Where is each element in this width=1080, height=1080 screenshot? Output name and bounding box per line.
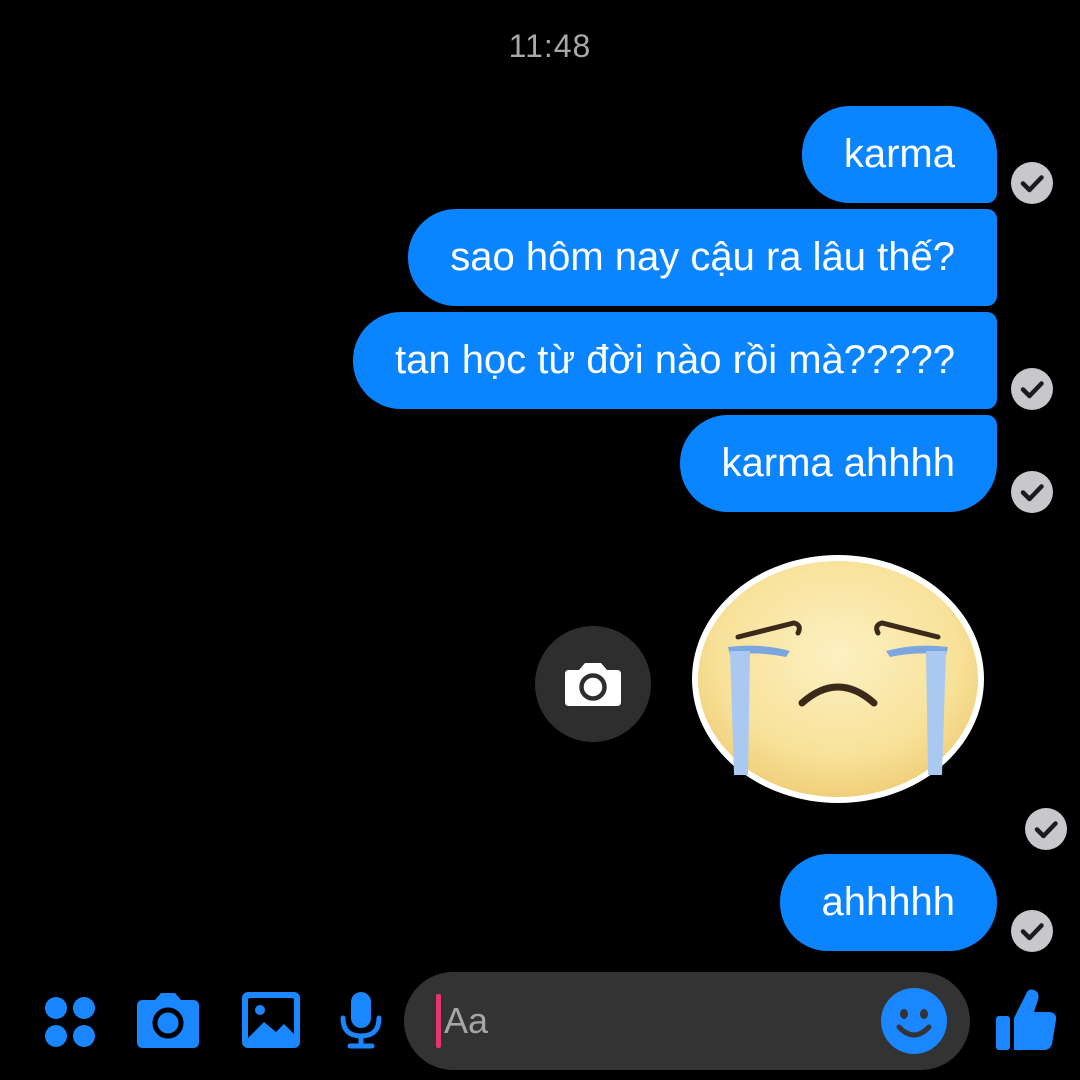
delivered-check-icon bbox=[1011, 162, 1053, 204]
delivered-check-icon bbox=[1011, 368, 1053, 410]
crying-face-sticker[interactable] bbox=[690, 553, 986, 805]
delivered-check-icon bbox=[1025, 808, 1067, 850]
delivered-check-icon bbox=[1011, 471, 1053, 513]
message-bubble[interactable]: sao hôm nay cậu ra lâu thế? bbox=[408, 209, 997, 306]
text-caret bbox=[436, 994, 441, 1048]
apps-icon[interactable] bbox=[40, 992, 100, 1052]
message-input[interactable]: Aa bbox=[404, 972, 970, 1070]
message-bubble[interactable]: karma ahhhh bbox=[679, 415, 997, 512]
camera-icon[interactable] bbox=[135, 990, 201, 1052]
message-timestamp: 11:48 bbox=[508, 28, 592, 64]
message-input-placeholder: Aa bbox=[444, 1000, 489, 1041]
emoji-icon[interactable] bbox=[880, 987, 948, 1055]
message-bubble[interactable]: karma bbox=[801, 106, 997, 203]
gallery-icon[interactable] bbox=[240, 990, 302, 1050]
thumbs-up-icon[interactable] bbox=[994, 986, 1058, 1054]
delivered-check-icon bbox=[1011, 910, 1053, 952]
sticker-camera-button[interactable] bbox=[535, 626, 651, 742]
microphone-icon[interactable] bbox=[338, 990, 384, 1050]
message-bubble[interactable]: ahhhhh bbox=[779, 854, 997, 951]
message-bubble[interactable]: tan học từ đời nào rồi mà????? bbox=[352, 312, 997, 409]
